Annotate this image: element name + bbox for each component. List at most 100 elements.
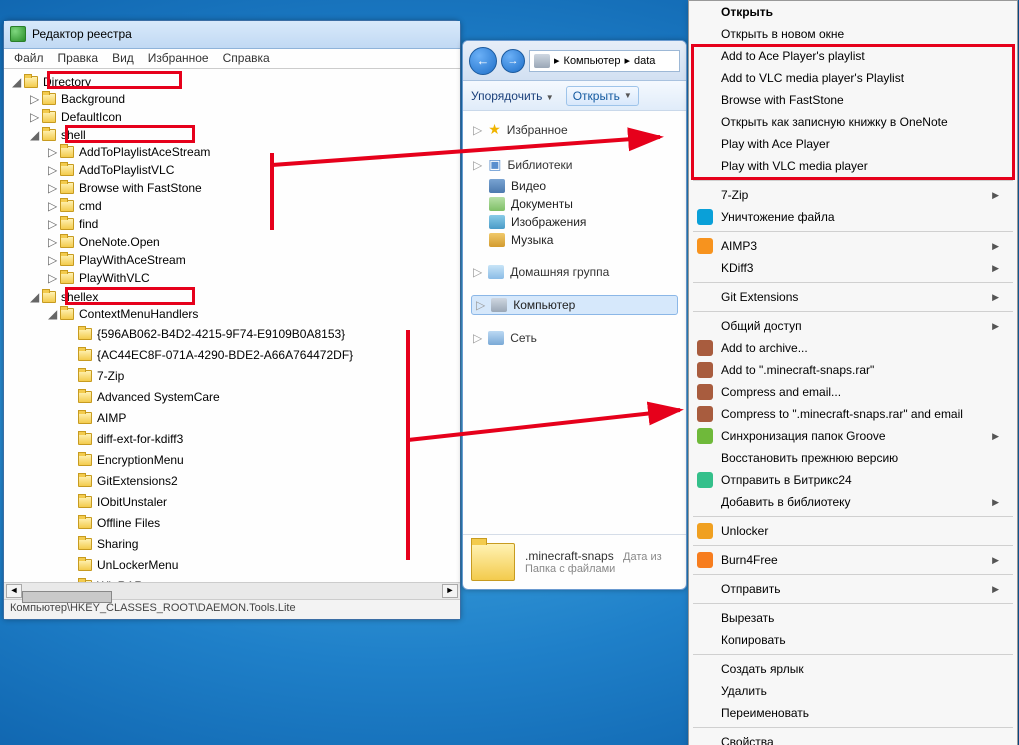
- context-menu-item[interactable]: Вырезать: [689, 607, 1017, 629]
- context-menu-item[interactable]: Отправить в Битрикс24: [689, 469, 1017, 491]
- tree-item[interactable]: WinRAR: [66, 574, 460, 581]
- organize-button[interactable]: Упорядочить ▼: [471, 89, 554, 103]
- context-menu-item[interactable]: Add to ".minecraft-snaps.rar": [689, 359, 1017, 381]
- tree-item[interactable]: ▷Browse with FastStone: [48, 179, 460, 197]
- tree-item[interactable]: UnLockerMenu: [66, 553, 460, 574]
- context-menu-item[interactable]: Play with VLC media player: [689, 155, 1017, 177]
- menu-separator: [693, 654, 1013, 655]
- context-menu-item[interactable]: 7-Zip▶: [689, 184, 1017, 206]
- context-menu[interactable]: Открыть Открыть в новом окне Add to Ace Pl…: [688, 0, 1018, 745]
- tree-item[interactable]: ▷Background: [30, 90, 460, 108]
- menu-fav[interactable]: Избранное: [148, 51, 209, 67]
- context-menu-item[interactable]: Play with Ace Player: [689, 133, 1017, 155]
- context-menu-item[interactable]: Синхронизация папок Groove▶: [689, 425, 1017, 447]
- selected-folder-name: .minecraft-snaps: [525, 549, 614, 563]
- tree-item[interactable]: 7-Zip: [66, 364, 460, 385]
- scroll-left-button[interactable]: ◄: [6, 584, 22, 598]
- context-menu-item[interactable]: Добавить в библиотеку▶: [689, 491, 1017, 513]
- tree-item[interactable]: diff-ext-for-kdiff3: [66, 427, 460, 448]
- breadcrumb-1[interactable]: data: [634, 55, 655, 67]
- context-menu-item[interactable]: Открыть в новом окне: [689, 23, 1017, 45]
- menu-edit[interactable]: Правка: [58, 51, 99, 67]
- menu-view[interactable]: Вид: [112, 51, 134, 67]
- tree-shell[interactable]: ◢shell▷AddToPlaylistAceStream▷AddToPlayl…: [30, 126, 460, 288]
- nav-music[interactable]: Музыка: [471, 231, 678, 249]
- tree-directory[interactable]: ◢Directory▷Background▷DefaultIcon◢shell▷…: [12, 73, 460, 581]
- menu-item-icon: [697, 552, 713, 568]
- nav-homegroup[interactable]: ▷ Домашняя группа: [471, 263, 678, 281]
- context-menu-item[interactable]: Общий доступ▶: [689, 315, 1017, 337]
- nav-video[interactable]: Видео: [471, 177, 678, 195]
- context-menu-item[interactable]: Создать ярлык: [689, 658, 1017, 680]
- context-menu-item[interactable]: Add to archive...: [689, 337, 1017, 359]
- context-menu-item[interactable]: Add to Ace Player's playlist: [689, 45, 1017, 67]
- context-menu-item[interactable]: Удалить: [689, 680, 1017, 702]
- tree-item[interactable]: {596AB062-B4D2-4215-9F74-E9109B0A8153}: [66, 322, 460, 343]
- menu-item-label: Открыть в новом окне: [721, 27, 844, 41]
- context-menu-item[interactable]: Переименовать: [689, 702, 1017, 724]
- submenu-arrow-icon: ▶: [992, 190, 999, 201]
- tree-item[interactable]: AIMP: [66, 406, 460, 427]
- context-menu-item[interactable]: Восстановить прежнюю версию: [689, 447, 1017, 469]
- nav-libraries[interactable]: ▷▣ Библиотеки: [471, 154, 678, 175]
- tree-cmh[interactable]: ◢ContextMenuHandlers{596AB062-B4D2-4215-…: [48, 305, 460, 581]
- nav-fwd-button[interactable]: →: [501, 49, 525, 73]
- regedit-titlebar[interactable]: Редактор реестра: [4, 21, 460, 49]
- tree-item[interactable]: ▷cmd: [48, 197, 460, 215]
- submenu-arrow-icon: ▶: [992, 263, 999, 274]
- tree-item[interactable]: ▷OneNote.Open: [48, 233, 460, 251]
- context-menu-item[interactable]: Browse with FastStone: [689, 89, 1017, 111]
- tree-item[interactable]: ▷DefaultIcon: [30, 108, 460, 126]
- context-menu-item[interactable]: Открыть: [689, 1, 1017, 23]
- context-menu-item[interactable]: Копировать: [689, 629, 1017, 651]
- context-menu-item[interactable]: Compress to ".minecraft-snaps.rar" and e…: [689, 403, 1017, 425]
- tree-item[interactable]: GitExtensions2: [66, 469, 460, 490]
- breadcrumb[interactable]: ▸ Компьютер ▸ data: [529, 50, 680, 72]
- nav-network[interactable]: ▷ Сеть: [471, 329, 678, 347]
- context-menu-item[interactable]: KDiff3▶: [689, 257, 1017, 279]
- explorer-cmdbar: Упорядочить ▼ Открыть ▼: [463, 81, 686, 111]
- tree-item[interactable]: Offline Files: [66, 511, 460, 532]
- tree-item[interactable]: IObitUnstaler: [66, 490, 460, 511]
- tree-item[interactable]: ▷find: [48, 215, 460, 233]
- tree-item[interactable]: ▷AddToPlaylistAceStream: [48, 143, 460, 161]
- nav-favorites[interactable]: ▷★ Избранное: [471, 119, 678, 140]
- nav-documents[interactable]: Документы: [471, 195, 678, 213]
- tree-item[interactable]: ▷PlayWithAceStream: [48, 251, 460, 269]
- menu-separator: [693, 231, 1013, 232]
- nav-back-button[interactable]: ←: [469, 47, 497, 75]
- context-menu-item[interactable]: Уничтожение файла: [689, 206, 1017, 228]
- folder-date-label: Дата из: [623, 551, 662, 563]
- tree-item[interactable]: {AC44EC8F-071A-4290-BDE2-A66A764472DF}: [66, 343, 460, 364]
- context-menu-item[interactable]: Add to VLC media player's Playlist: [689, 67, 1017, 89]
- scroll-right-button[interactable]: ►: [442, 584, 458, 598]
- tree-item[interactable]: ▷PlayWithVLC: [48, 269, 460, 287]
- context-menu-item[interactable]: AIMP3▶: [689, 235, 1017, 257]
- context-menu-item[interactable]: Compress and email...: [689, 381, 1017, 403]
- open-button[interactable]: Открыть ▼: [566, 86, 639, 106]
- tree-item[interactable]: Sharing: [66, 532, 460, 553]
- menu-item-label: Общий доступ: [721, 319, 802, 333]
- regedit-hscrollbar[interactable]: ◄ ►: [4, 582, 460, 600]
- menu-item-label: Свойства: [721, 735, 774, 745]
- context-menu-item[interactable]: Git Extensions▶: [689, 286, 1017, 308]
- menu-help[interactable]: Справка: [223, 51, 270, 67]
- menu-item-icon: [697, 472, 713, 488]
- registry-tree[interactable]: ◢Directory▷Background▷DefaultIcon◢shell▷…: [4, 69, 460, 581]
- menu-file[interactable]: Файл: [14, 51, 44, 67]
- tree-shellex[interactable]: ◢shellex◢ContextMenuHandlers{596AB062-B4…: [30, 288, 460, 581]
- tree-item[interactable]: ▷AddToPlaylistVLC: [48, 161, 460, 179]
- context-menu-item[interactable]: Burn4Free▶: [689, 549, 1017, 571]
- breadcrumb-0[interactable]: Компьютер: [564, 55, 621, 67]
- menu-item-label: Вырезать: [721, 611, 774, 625]
- scroll-thumb[interactable]: [22, 591, 112, 603]
- context-menu-item[interactable]: Отправить▶: [689, 578, 1017, 600]
- menu-item-label: Удалить: [721, 684, 767, 698]
- nav-computer[interactable]: ▷ Компьютер: [471, 295, 678, 315]
- context-menu-item[interactable]: Свойства: [689, 731, 1017, 745]
- tree-item[interactable]: EncryptionMenu: [66, 448, 460, 469]
- context-menu-item[interactable]: Unlocker: [689, 520, 1017, 542]
- context-menu-item[interactable]: Открыть как записную книжку в OneNote: [689, 111, 1017, 133]
- tree-item[interactable]: Advanced SystemCare: [66, 385, 460, 406]
- nav-pictures[interactable]: Изображения: [471, 213, 678, 231]
